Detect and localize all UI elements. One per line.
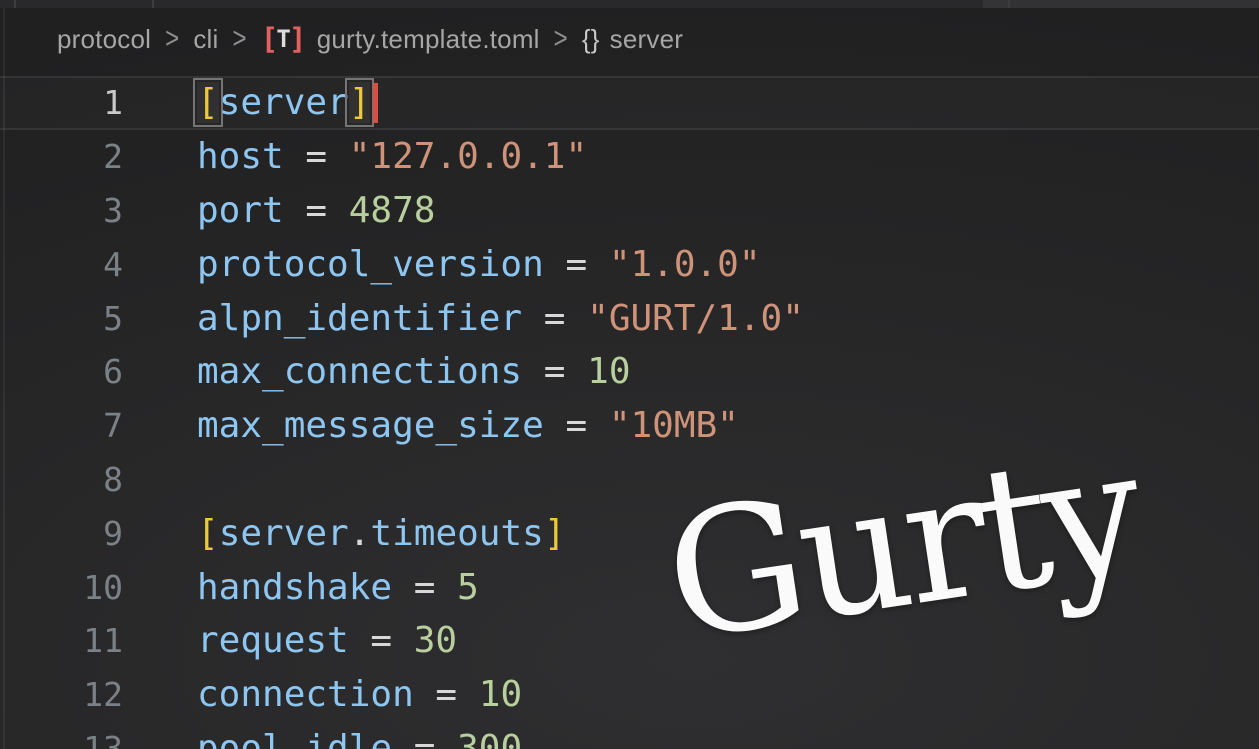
code-line[interactable]: 1 [server] (0, 76, 1259, 130)
breadcrumb-item-filename[interactable]: gurty.template.toml (317, 24, 540, 55)
code-token: 300 (457, 728, 522, 749)
code-token: . (349, 513, 371, 554)
tab-bar-strip (0, 0, 1259, 8)
line-number: 6 (0, 352, 123, 391)
line-number: 9 (0, 514, 123, 553)
code-token: connection (197, 674, 414, 715)
code-token: = (414, 674, 479, 715)
code-line[interactable]: 8 (0, 453, 1259, 507)
line-number: 5 (0, 299, 123, 338)
tab-divider (152, 0, 154, 8)
tab-bar-segment (983, 0, 1009, 8)
code-token: server (219, 513, 349, 554)
code-token: server (219, 82, 349, 123)
tab-divider (1008, 0, 1010, 8)
code-line[interactable]: 3 port = 4878 (0, 184, 1259, 238)
line-number: 7 (0, 406, 123, 445)
code-text[interactable]: [server] (197, 82, 378, 123)
line-number: 4 (0, 245, 123, 284)
code-token: 4878 (349, 190, 436, 231)
code-token: "GURT/1.0" (587, 298, 804, 339)
code-text[interactable]: alpn_identifier = "GURT/1.0" (197, 298, 804, 339)
code-token: pool_idle (197, 728, 392, 749)
code-line[interactable]: 9 [server.timeouts] (0, 506, 1259, 560)
code-line[interactable]: 6 max_connections = 10 (0, 345, 1259, 399)
tab-divider (14, 0, 16, 8)
matched-bracket: [ (197, 82, 219, 123)
code-token: host (197, 136, 284, 177)
code-text[interactable]: pool_idle = 300 (197, 728, 522, 749)
code-text[interactable]: [server.timeouts] (197, 513, 566, 554)
breadcrumb-item-protocol[interactable]: protocol (57, 24, 151, 55)
code-token: request (197, 620, 349, 661)
code-token: protocol_version (197, 244, 544, 285)
code-editor[interactable]: 1[server]2host = "127.0.0.1"3port = 4878… (0, 76, 1259, 749)
code-token: = (544, 244, 609, 285)
code-token: = (544, 405, 609, 446)
code-token: = (392, 728, 457, 749)
code-token: max_message_size (197, 405, 544, 446)
code-text[interactable]: handshake = 5 (197, 567, 479, 608)
line-number: 11 (0, 621, 123, 660)
code-token: = (392, 567, 457, 608)
code-token: "1.0.0" (609, 244, 761, 285)
code-token: 10 (587, 351, 630, 392)
code-line[interactable]: 11 request = 30 (0, 614, 1259, 668)
code-token: timeouts (370, 513, 543, 554)
code-line[interactable]: 12 connection = 10 (0, 668, 1259, 722)
code-text[interactable]: port = 4878 (197, 190, 435, 231)
breadcrumb-item-cli[interactable]: cli (193, 24, 218, 55)
code-text[interactable]: protocol_version = "1.0.0" (197, 244, 761, 285)
chevron-right-icon: > (554, 22, 568, 57)
line-number: 3 (0, 191, 123, 230)
code-line[interactable]: 13 pool_idle = 300 (0, 722, 1259, 749)
line-number: 13 (0, 729, 123, 749)
line-number: 8 (0, 460, 123, 499)
line-number: 12 (0, 675, 123, 714)
code-token: 10 (479, 674, 522, 715)
code-line[interactable]: 10 handshake = 5 (0, 560, 1259, 614)
chevron-right-icon: > (165, 22, 179, 57)
code-text[interactable]: max_connections = 10 (197, 351, 631, 392)
breadcrumb: protocol > cli > [ T ] gurty.template.to… (0, 8, 1259, 70)
code-token: alpn_identifier (197, 298, 522, 339)
code-text[interactable]: connection = 10 (197, 674, 522, 715)
code-line[interactable]: 4 protocol_version = "1.0.0" (0, 237, 1259, 291)
line-number: 1 (0, 83, 123, 122)
text-cursor (373, 83, 378, 123)
code-text[interactable]: max_message_size = "10MB" (197, 405, 739, 446)
code-token: max_connections (197, 351, 522, 392)
code-line[interactable]: 2 host = "127.0.0.1" (0, 130, 1259, 184)
code-token: port (197, 190, 284, 231)
code-token: 30 (414, 620, 457, 661)
code-token: "10MB" (609, 405, 739, 446)
code-token: = (284, 190, 349, 231)
line-number: 2 (0, 137, 123, 176)
code-text[interactable]: host = "127.0.0.1" (197, 136, 587, 177)
symbol-namespace-icon: {} (582, 24, 600, 55)
code-token: = (284, 136, 349, 177)
code-token: 5 (457, 567, 479, 608)
breadcrumb-item-server[interactable]: server (610, 24, 683, 55)
code-token: handshake (197, 567, 392, 608)
code-line[interactable]: 7 max_message_size = "10MB" (0, 399, 1259, 453)
line-number: 10 (0, 568, 123, 607)
code-token: = (522, 351, 587, 392)
code-token: ] (544, 513, 566, 554)
toml-file-icon: [ T ] (261, 22, 307, 56)
code-token: = (522, 298, 587, 339)
code-token: = (349, 620, 414, 661)
matched-bracket: ] (349, 82, 371, 123)
chevron-right-icon: > (232, 22, 246, 57)
tab-bar-segment (1009, 0, 1259, 8)
code-line[interactable]: 5 alpn_identifier = "GURT/1.0" (0, 291, 1259, 345)
code-token: [ (197, 513, 219, 554)
code-token: "127.0.0.1" (349, 136, 587, 177)
code-text[interactable]: request = 30 (197, 620, 457, 661)
